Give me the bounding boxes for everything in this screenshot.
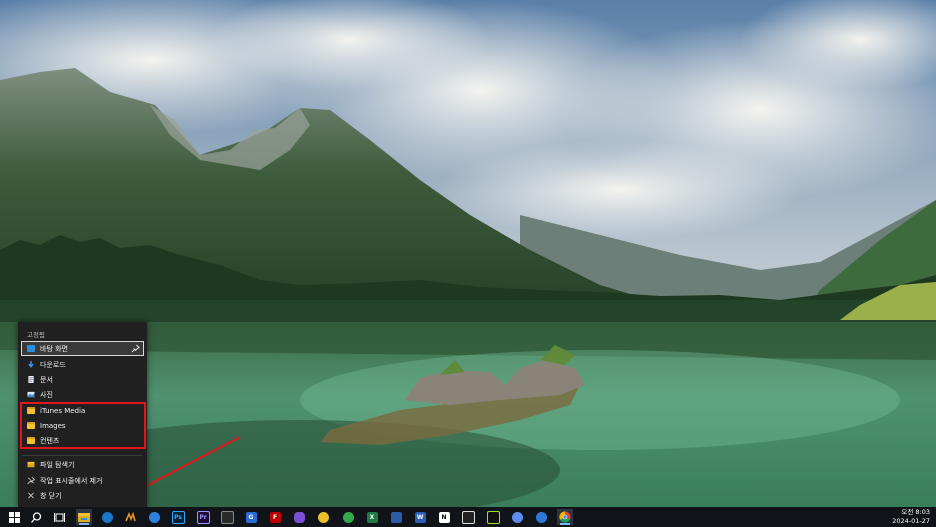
app-icon xyxy=(148,511,160,523)
jump-action-file-explorer[interactable]: 파일 탐색기 xyxy=(22,458,143,471)
unpin-icon xyxy=(27,477,35,484)
taskbar-word[interactable]: W xyxy=(412,509,428,525)
jump-item-desktop[interactable]: 바탕 화면 xyxy=(21,341,144,356)
chrome-icon xyxy=(559,511,571,523)
jump-item-pictures[interactable]: 사진 xyxy=(22,388,143,401)
clock-time: 오전 8:03 xyxy=(901,508,930,516)
app-icon xyxy=(220,510,234,524)
word-icon: W xyxy=(414,511,426,523)
taskbar-app-dark[interactable] xyxy=(219,509,235,525)
taskbar-notion[interactable]: N xyxy=(436,509,452,525)
start-button[interactable] xyxy=(6,509,22,525)
jump-item-label: 사진 xyxy=(40,390,53,399)
task-view-icon xyxy=(53,512,65,522)
taskbar-app-blue2[interactable] xyxy=(388,509,404,525)
jump-item-label: 문서 xyxy=(40,375,53,384)
app-icon xyxy=(390,511,402,523)
taskbar-edge[interactable] xyxy=(99,509,115,525)
app-icon xyxy=(342,511,354,523)
taskbar-game[interactable] xyxy=(291,509,307,525)
app-icon xyxy=(486,510,500,524)
taskbar-filezilla[interactable]: F xyxy=(267,509,283,525)
search-button[interactable] xyxy=(28,509,44,525)
taskbar: Ps Pr G F X W N 오전 8:03 2024-01-27 xyxy=(0,507,936,527)
notion-icon: N xyxy=(438,511,450,523)
pictures-icon xyxy=(27,391,35,398)
search-icon xyxy=(30,511,41,523)
close-icon xyxy=(28,492,34,499)
taskbar-app-blue[interactable] xyxy=(146,509,162,525)
pin-icon[interactable] xyxy=(131,344,140,353)
taskbar-app-green[interactable] xyxy=(340,509,356,525)
system-clock[interactable]: 오전 8:03 2024-01-27 xyxy=(892,508,930,526)
lightning-icon xyxy=(124,511,136,521)
jump-list-header: 고정됨 xyxy=(27,331,45,339)
taskbar-file-explorer[interactable] xyxy=(76,509,92,525)
jump-item-documents[interactable]: 문서 xyxy=(22,373,143,386)
jump-action-close-window[interactable]: 창 닫기 xyxy=(22,489,143,502)
excel-icon: X xyxy=(366,511,378,523)
jump-action-label: 창 닫기 xyxy=(40,491,62,500)
app-icon xyxy=(511,511,523,523)
taskbar-app-round2[interactable] xyxy=(533,509,549,525)
taskbar-premiere[interactable]: Pr xyxy=(195,509,211,525)
edge-icon xyxy=(101,511,113,523)
taskbar-winamp[interactable] xyxy=(122,509,138,525)
gamepad-icon xyxy=(293,511,305,523)
jump-action-label: 파일 탐색기 xyxy=(40,460,75,469)
g-app-icon: G xyxy=(245,511,257,523)
jump-item-label: 다운로드 xyxy=(40,360,66,369)
task-view-button[interactable] xyxy=(51,509,67,525)
file-explorer-icon xyxy=(78,512,90,522)
jump-item-label: 바탕 화면 xyxy=(40,344,68,353)
taskbar-app-yellow[interactable] xyxy=(315,509,331,525)
file-explorer-icon xyxy=(27,461,35,468)
filezilla-icon: F xyxy=(269,511,281,523)
taskbar-app-g[interactable]: G xyxy=(243,509,259,525)
taskbar-excel[interactable]: X xyxy=(364,509,380,525)
app-icon xyxy=(535,511,547,523)
taskbar-app-box[interactable] xyxy=(460,509,476,525)
photoshop-icon: Ps xyxy=(171,510,185,524)
taskbar-jump-list: 고정됨 바탕 화면 다운로드 문서 사진 iTunes Media Images… xyxy=(18,322,147,507)
jump-item-downloads[interactable]: 다운로드 xyxy=(22,358,143,371)
divider xyxy=(22,455,143,456)
document-icon xyxy=(28,376,34,383)
desktop-folder-icon xyxy=(27,345,35,352)
windows-logo-icon xyxy=(8,511,20,523)
jump-action-unpin[interactable]: 작업 표시줄에서 제거 xyxy=(22,474,143,487)
highlight-box xyxy=(20,402,146,449)
taskbar-app-lime[interactable] xyxy=(485,509,501,525)
taskbar-photoshop[interactable]: Ps xyxy=(170,509,186,525)
premiere-icon: Pr xyxy=(196,510,210,524)
app-icon xyxy=(317,511,329,523)
jump-action-label: 작업 표시줄에서 제거 xyxy=(40,476,103,485)
clock-date: 2024-01-27 xyxy=(892,517,930,525)
taskbar-chrome[interactable] xyxy=(557,509,573,525)
download-arrow-icon xyxy=(28,361,34,368)
app-icon xyxy=(461,510,475,524)
taskbar-app-round[interactable] xyxy=(509,509,525,525)
